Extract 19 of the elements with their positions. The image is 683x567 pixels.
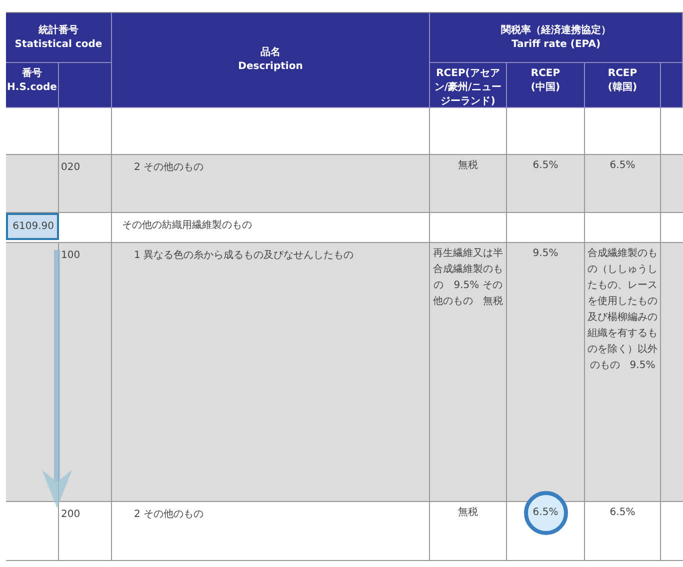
- table-cell-text: 9.5%: [532, 247, 558, 261]
- circled-rate: 6.5%: [524, 491, 568, 535]
- table-cell-text: 6.5%: [532, 159, 558, 173]
- table-cell-text: 無税: [458, 506, 478, 520]
- table-cell: 200: [61, 509, 80, 520]
- table-cell-text: 6.5%: [610, 159, 636, 173]
- table-cell-text: 合成繊維製のもの（ししゅうしたもの、レースを使用したもの及び楊柳編みの組織を有するものを除く）以外のもの 9.5%: [587, 246, 658, 373]
- table-cell-text: 無税: [458, 158, 478, 173]
- table-cell-text: 6.5%: [610, 506, 636, 520]
- table-cell-text: その他の紡織用繊維製のもの: [121, 218, 252, 233]
- table-cell: 100: [61, 250, 80, 261]
- column-header: 統計番号 Statistical code: [6, 13, 112, 63]
- column-header: 関税率（経済連携協定） Tariff rate (EPA): [430, 13, 683, 63]
- table-cell-text: 2 その他のもの: [133, 161, 204, 175]
- table-cell-text: 1 異なる色の糸から成るもの及びなせんしたもの: [133, 248, 354, 263]
- table-cell: 020: [61, 162, 80, 173]
- table-cell-text: 2 その他のもの: [133, 508, 204, 522]
- table-cell-text: 再生繊維又は半合成繊維製のもの 9.5% その他のもの 無税: [432, 246, 504, 309]
- table-cell[interactable]: 6109.90: [6, 213, 59, 240]
